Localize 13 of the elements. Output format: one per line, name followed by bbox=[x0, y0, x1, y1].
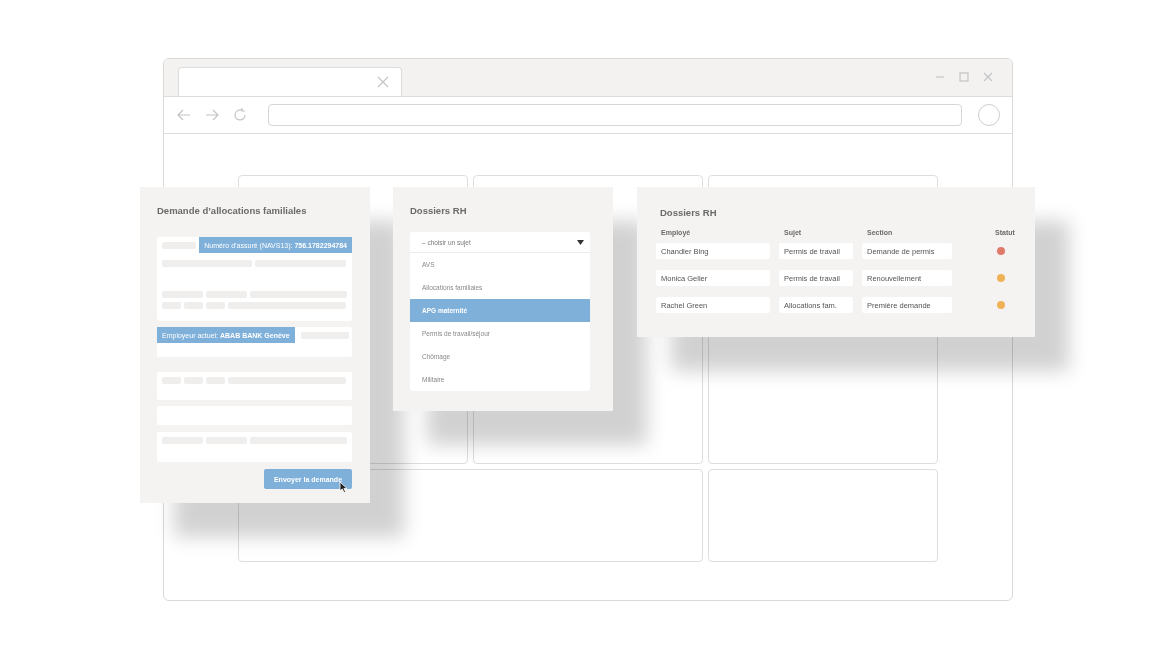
forward-arrow-icon[interactable] bbox=[204, 107, 220, 123]
browser-tab[interactable] bbox=[178, 67, 402, 96]
maximize-icon[interactable] bbox=[958, 71, 970, 83]
close-icon[interactable] bbox=[375, 74, 391, 90]
dropdown-triangle-icon bbox=[577, 239, 584, 245]
card-title: Dossiers RH bbox=[410, 205, 468, 216]
card-title: Dossiers RH bbox=[660, 207, 718, 218]
cursor-icon bbox=[339, 481, 348, 493]
reload-icon[interactable] bbox=[232, 107, 248, 123]
close-icon[interactable] bbox=[982, 71, 994, 83]
form-title: Demande d’allocations familiales bbox=[157, 205, 308, 216]
address-bar[interactable] bbox=[268, 104, 962, 126]
back-arrow-icon[interactable] bbox=[176, 107, 192, 123]
